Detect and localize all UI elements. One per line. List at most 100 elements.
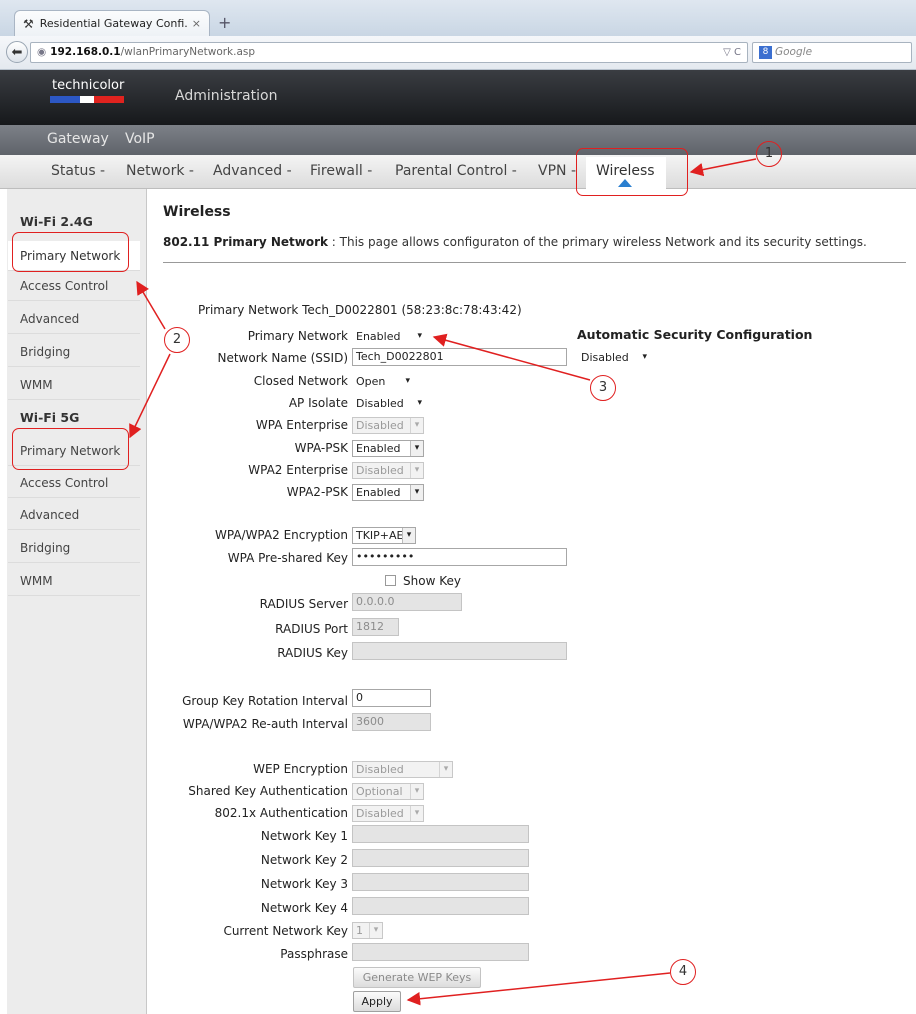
- radius-port-label: RADIUS Port: [275, 622, 348, 636]
- network-key-2-input: [352, 849, 529, 867]
- psk-input[interactable]: •••••••••: [352, 548, 567, 566]
- ssid-input[interactable]: Tech_D0022801: [352, 348, 567, 366]
- tab-close-icon[interactable]: ×: [192, 17, 201, 30]
- ap-isolate-label: AP Isolate: [288, 396, 348, 410]
- primary-network-select[interactable]: Enabled ▾: [352, 328, 426, 345]
- sidebar-item-access-control-24g[interactable]: Access Control: [8, 271, 140, 301]
- reauth-input: 3600: [352, 713, 431, 731]
- url-controls[interactable]: ▽ C: [723, 43, 741, 62]
- wpa2-psk-label: WPA2-PSK: [286, 485, 348, 499]
- sidebar-item-bridging-5g[interactable]: Bridging: [8, 533, 140, 563]
- nav-network[interactable]: Network -: [126, 163, 194, 179]
- auto-security-select[interactable]: Disabled ▾: [577, 349, 651, 366]
- radius-port-input: 1812: [352, 618, 399, 636]
- page-description-text: : This page allows configuraton of the p…: [327, 235, 867, 249]
- radius-server-input: 0.0.0.0: [352, 593, 462, 611]
- network-heading: Primary Network Tech_D0022801 (58:23:8c:…: [198, 303, 522, 317]
- nav-status[interactable]: Status -: [51, 163, 105, 179]
- closed-network-select[interactable]: Open ▾: [352, 373, 414, 390]
- shared-key-auth-select: Optional ▾: [352, 783, 424, 800]
- network-key-1-label: Network Key 1: [260, 829, 348, 843]
- wpa2-psk-select[interactable]: Enabled ▾: [352, 484, 424, 501]
- annotation-circle-1: 1: [756, 141, 782, 167]
- auto-security-title: Automatic Security Configuration: [577, 327, 813, 342]
- auth-8021x-label: 802.1x Authentication: [214, 806, 348, 820]
- group-key-input[interactable]: 0: [352, 689, 431, 707]
- dropdown-arrow-icon: ▾: [410, 784, 423, 799]
- new-tab-button[interactable]: +: [218, 13, 231, 32]
- dropdown-arrow-icon: ▾: [417, 331, 422, 341]
- dropdown-arrow-icon: ▾: [417, 398, 422, 408]
- network-key-3-label: Network Key 3: [260, 877, 348, 891]
- ssid-label: Network Name (SSID): [217, 351, 348, 365]
- administration-link[interactable]: Administration: [175, 88, 277, 104]
- sidebar-heading-wifi-5g: Wi-Fi 5G: [20, 410, 80, 425]
- auth-8021x-select: Disabled ▾: [352, 805, 424, 822]
- passphrase-input: [352, 943, 529, 961]
- url-host: 192.168.0.1: [50, 46, 121, 58]
- search-engine-icon: 8: [759, 45, 772, 59]
- encryption-select[interactable]: TKIP+AES ▾: [352, 527, 416, 544]
- show-key-checkbox[interactable]: [385, 575, 396, 586]
- search-placeholder: Google: [775, 46, 813, 58]
- ap-isolate-select[interactable]: Disabled ▾: [352, 395, 426, 412]
- sidebar-item-wmm-24g[interactable]: WMM: [8, 370, 140, 400]
- apply-button[interactable]: Apply: [353, 991, 401, 1012]
- radius-server-label: RADIUS Server: [259, 597, 348, 611]
- nav-parental-control[interactable]: Parental Control -: [395, 163, 517, 179]
- current-key-label: Current Network Key: [223, 924, 348, 938]
- nav-firewall[interactable]: Firewall -: [310, 163, 372, 179]
- sidebar-heading-wifi-24g: Wi-Fi 2.4G: [20, 214, 93, 229]
- radius-key-input: [352, 642, 567, 660]
- wpa2-enterprise-label: WPA2 Enterprise: [248, 463, 348, 477]
- network-key-2-label: Network Key 2: [260, 853, 348, 867]
- nav-voip[interactable]: VoIP: [125, 131, 155, 147]
- current-key-select: 1 ▾: [352, 922, 383, 939]
- url-path: /wlanPrimaryNetwork.asp: [120, 46, 256, 58]
- sidebar-item-wmm-5g[interactable]: WMM: [8, 566, 140, 596]
- nav-advanced[interactable]: Advanced -: [213, 163, 292, 179]
- network-key-4-input: [352, 897, 529, 915]
- nav-gateway[interactable]: Gateway: [47, 131, 109, 147]
- wpa-psk-select[interactable]: Enabled ▾: [352, 440, 424, 457]
- dropdown-arrow-icon: ▾: [410, 485, 423, 500]
- search-bar[interactable]: 8 Google: [752, 42, 912, 63]
- radius-key-label: RADIUS Key: [277, 646, 348, 660]
- technicolor-logo: technicolor: [52, 78, 125, 93]
- sidebar-item-advanced-24g[interactable]: Advanced: [8, 304, 140, 334]
- globe-icon: ◉: [37, 46, 47, 58]
- sidebar-item-bridging-24g[interactable]: Bridging: [8, 337, 140, 367]
- wep-encryption-label: WEP Encryption: [253, 762, 348, 776]
- dropdown-arrow-icon: ▾: [369, 923, 382, 938]
- logo-color-bar: [50, 96, 124, 103]
- dropdown-arrow-icon: ▾: [410, 806, 423, 821]
- back-arrow-icon: ⬅: [11, 44, 23, 60]
- wpa-enterprise-select: Disabled ▾: [352, 417, 424, 434]
- wpa-enterprise-label: WPA Enterprise: [255, 418, 348, 432]
- passphrase-label: Passphrase: [280, 947, 348, 961]
- dropdown-arrow-icon: ▾: [410, 441, 423, 456]
- url-bar[interactable]: ◉ 192.168.0.1/wlanPrimaryNetwork.asp ▽ C: [30, 42, 748, 63]
- primary-network-label: Primary Network: [247, 329, 348, 343]
- tools-icon: ⚒: [23, 16, 34, 31]
- nav-vpn[interactable]: VPN -: [538, 163, 576, 179]
- sidebar-item-access-control-5g[interactable]: Access Control: [8, 468, 140, 498]
- psk-label: WPA Pre-shared Key: [227, 551, 348, 565]
- annotation-circle-3: 3: [590, 375, 616, 401]
- header-divider: [163, 262, 906, 263]
- group-key-label: Group Key Rotation Interval: [182, 694, 348, 708]
- annotation-box-primary-network-5g: [12, 428, 129, 470]
- generate-wep-keys-button: Generate WEP Keys: [353, 967, 481, 988]
- wpa-psk-label: WPA-PSK: [294, 441, 348, 455]
- page-description-bold: 802.11 Primary Network: [163, 235, 328, 249]
- dropdown-arrow-icon: ▾: [642, 352, 647, 362]
- annotation-box-wireless-tab: [576, 148, 688, 196]
- back-button[interactable]: ⬅: [6, 41, 28, 63]
- wep-encryption-select: Disabled ▾: [352, 761, 453, 778]
- dropdown-arrow-icon: ▾: [439, 762, 452, 777]
- browser-tab[interactable]: ⚒ Residential Gateway Confi... ×: [14, 10, 210, 36]
- sidebar-item-advanced-5g[interactable]: Advanced: [8, 500, 140, 530]
- network-key-1-input: [352, 825, 529, 843]
- network-key-4-label: Network Key 4: [260, 901, 348, 915]
- dropdown-arrow-icon: ▾: [402, 528, 415, 543]
